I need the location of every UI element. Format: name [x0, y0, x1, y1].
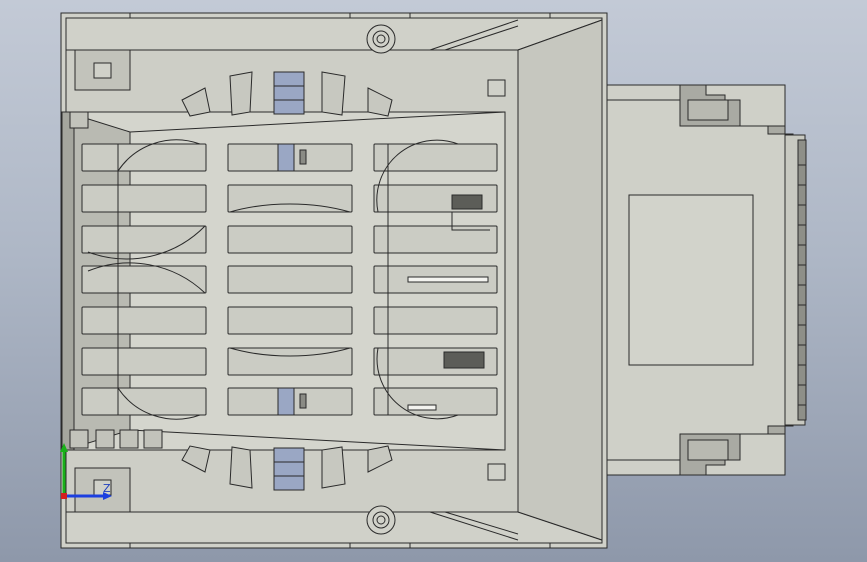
fan-hub-top	[273, 71, 305, 115]
corner-square-tl	[93, 62, 112, 79]
screw-hole-top	[366, 24, 396, 54]
triad-z-label: Z	[103, 482, 111, 495]
screw-hole-bottom	[366, 505, 396, 535]
fan-hub-bottom	[273, 447, 305, 491]
connector-label-plate	[628, 194, 754, 366]
triad-origin	[61, 493, 67, 499]
duct-side-wall	[517, 19, 603, 541]
connector-housing	[604, 84, 807, 476]
part-drawing[interactable]	[0, 0, 867, 562]
cad-viewport[interactable]: Z	[0, 0, 867, 562]
